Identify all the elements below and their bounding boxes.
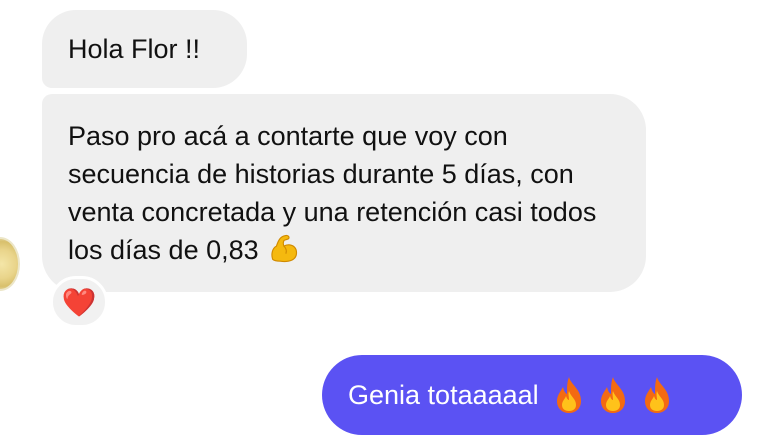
message-text: Paso pro acá a contarte que voy con secu…	[68, 121, 597, 265]
heart-icon: ❤️	[61, 286, 97, 318]
fire-icon	[556, 377, 581, 413]
outgoing-message-bubble[interactable]: Genia totaaaaal	[322, 355, 742, 435]
message-text: Genia totaaaaal	[348, 380, 539, 410]
heart-reaction[interactable]: ❤️	[50, 276, 108, 328]
contact-avatar[interactable]	[0, 237, 20, 291]
flexed-biceps-icon	[271, 234, 297, 263]
incoming-message-bubble[interactable]: Paso pro acá a contarte que voy con secu…	[42, 94, 646, 292]
fire-icon	[600, 377, 625, 413]
fire-emojis	[551, 375, 675, 415]
fire-icon	[644, 377, 669, 413]
chat-thread: Hola Flor !! Paso pro acá a contarte que…	[0, 0, 758, 440]
incoming-message-bubble[interactable]: Hola Flor !!	[42, 10, 247, 88]
message-text: Hola Flor !!	[68, 34, 201, 64]
